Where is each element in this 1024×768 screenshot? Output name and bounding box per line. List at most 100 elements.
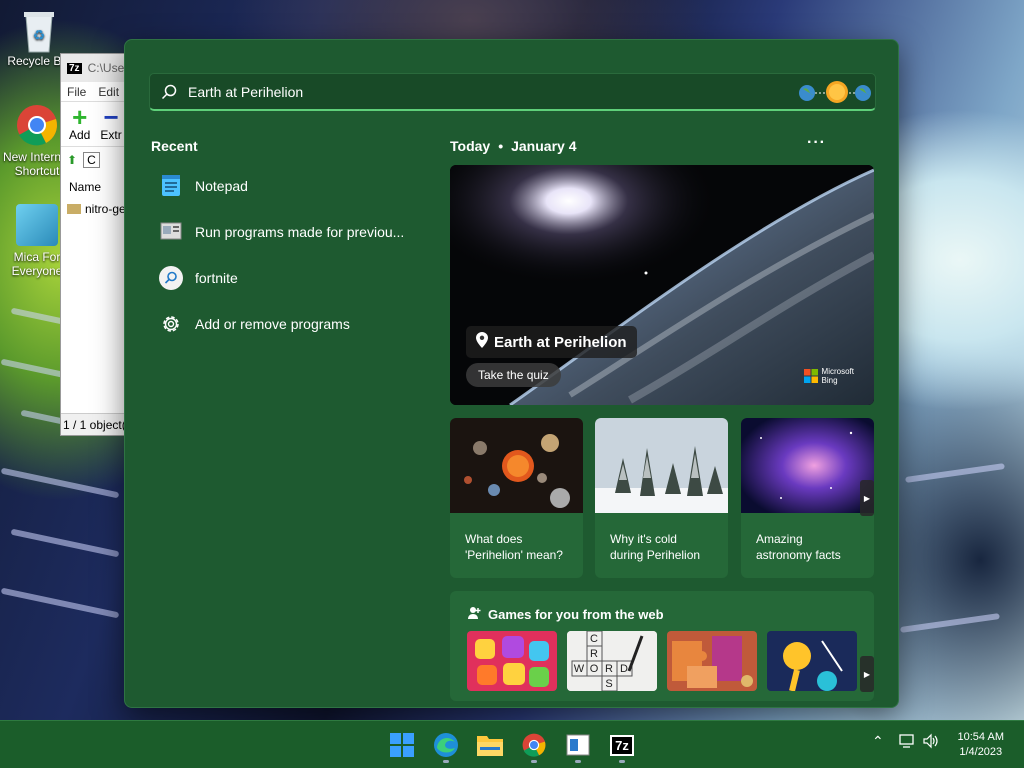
taskbar-file-explorer[interactable]	[474, 729, 506, 761]
extract-button[interactable]: − Extr	[100, 102, 122, 142]
add-label: Add	[69, 128, 91, 142]
running-indicator	[619, 760, 625, 763]
hero-card[interactable]: Earth at Perihelion Take the quiz Micros…	[450, 165, 874, 405]
taskbar-edge[interactable]	[430, 729, 462, 763]
brand-line-1: Microsoft	[821, 367, 854, 376]
file-name: nitro-ge	[85, 202, 126, 216]
folder-icon	[67, 204, 81, 214]
svg-text:♻: ♻	[33, 27, 46, 43]
start-icon	[390, 733, 414, 757]
search-highlight-icon[interactable]	[797, 77, 873, 107]
recent-item-fortnite[interactable]: fortnite	[159, 265, 409, 291]
network-icon[interactable]	[897, 733, 915, 752]
up-folder-icon[interactable]: ⬆	[67, 153, 77, 167]
cards-next-button[interactable]: ▶	[860, 480, 874, 516]
today-label: Today	[450, 138, 491, 154]
mica-icon	[16, 204, 58, 246]
start-button[interactable]	[386, 729, 418, 761]
clock[interactable]: 10:54 AM 1/4/2023	[958, 730, 1004, 760]
location-pin-icon	[476, 332, 488, 352]
recent-heading: Recent	[151, 138, 198, 154]
games-icon	[468, 606, 482, 623]
minus-icon: −	[103, 102, 119, 132]
clock-time: 10:54 AM	[957, 731, 1004, 743]
take-quiz-button[interactable]: Take the quiz	[466, 363, 561, 387]
search-input[interactable]	[188, 83, 797, 100]
crossword-letter: C	[590, 633, 598, 645]
taskbar: 7z ⌃ 10:54 AM 1/4/2023	[0, 720, 1024, 768]
search-panel: Recent Notepad Run programs made for pre…	[124, 39, 899, 708]
hero-title: Earth at Perihelion	[494, 333, 627, 351]
card-perihelion-meaning[interactable]: What does 'Perihelion' mean?	[450, 418, 583, 578]
volume-icon[interactable]	[922, 733, 940, 752]
taskbar-7zip[interactable]: 7z	[606, 729, 638, 763]
menu-edit[interactable]: Edit	[98, 85, 119, 99]
card-caption: Why it's cold during Perihelion	[610, 532, 701, 562]
crossword-letter: O	[590, 663, 599, 675]
chevron-right-icon: ▶	[863, 493, 871, 503]
today-heading: Today • January 4	[450, 138, 576, 154]
game-tile-crossword[interactable]: CRWORDS	[567, 631, 657, 691]
recent-item-compatibility[interactable]: Run programs made for previou...	[159, 219, 409, 245]
file-explorer-icon	[477, 736, 503, 756]
games-next-button[interactable]: ▶	[860, 656, 874, 692]
chrome-icon	[16, 104, 58, 146]
extract-label: Extr	[100, 128, 122, 142]
recent-item-notepad[interactable]: Notepad	[159, 173, 409, 199]
crossword-letter: D	[620, 663, 628, 675]
more-options-button[interactable]: ···	[807, 134, 826, 152]
sevenzip-icon: 7z	[610, 734, 634, 756]
recent-item-label: Add or remove programs	[195, 316, 350, 332]
search-box[interactable]	[149, 73, 876, 111]
nebula-image	[741, 418, 874, 513]
recent-item-add-remove-programs[interactable]: Add or remove programs	[159, 311, 409, 337]
microsoft-logo-icon	[803, 369, 818, 383]
crossword-letter: S	[605, 678, 612, 690]
games-section: Games for you from the web CRWORDS ▶	[450, 591, 874, 701]
microsoft-bing-logo: Microsoft Bing	[803, 367, 854, 385]
taskbar-chrome[interactable]	[518, 729, 550, 763]
winter-forest-image	[595, 418, 728, 513]
add-button[interactable]: + Add	[69, 102, 91, 142]
notepad-icon	[159, 174, 183, 198]
games-title: Games for you from the web	[488, 607, 664, 622]
hero-title-pill[interactable]: Earth at Perihelion	[466, 326, 637, 358]
recent-item-label: fortnite	[195, 270, 238, 286]
game-tile-puzzle[interactable]	[667, 631, 757, 691]
crossword-letter: W	[574, 663, 585, 675]
brand-line-2: Bing	[821, 376, 838, 385]
recent-item-label: Run programs made for previou...	[195, 224, 405, 240]
clock-date: 1/4/2023	[959, 746, 1003, 758]
card-astronomy-facts[interactable]: Amazing astronomy facts	[741, 418, 874, 578]
plus-icon: +	[72, 102, 88, 132]
card-caption: Amazing astronomy facts	[756, 532, 841, 562]
recycle-bin-icon: ♻	[18, 8, 60, 53]
compat-icon	[159, 220, 183, 244]
chevron-right-icon: ▶	[863, 669, 871, 679]
taskbar-app[interactable]	[562, 729, 594, 763]
app-icon	[566, 734, 590, 756]
chevron-up-icon[interactable]: ⌃	[872, 733, 884, 750]
bullet: •	[498, 138, 504, 154]
search-icon	[159, 266, 183, 290]
games-heading: Games for you from the web	[468, 606, 664, 623]
game-tile-1[interactable]	[467, 631, 557, 691]
game-tile-4[interactable]	[767, 631, 857, 691]
card-why-cold[interactable]: Why it's cold during Perihelion	[595, 418, 728, 578]
window-title: C:\Use	[87, 61, 125, 75]
menu-file[interactable]: File	[67, 85, 86, 99]
search-icon	[150, 84, 188, 100]
planets-image	[450, 418, 583, 513]
gear-icon	[159, 312, 183, 336]
crossword-letter: R	[590, 648, 598, 660]
edge-icon	[434, 733, 458, 757]
running-indicator	[443, 760, 449, 763]
running-indicator	[531, 760, 537, 763]
chrome-icon	[522, 733, 546, 757]
recent-item-label: Notepad	[195, 178, 248, 194]
card-caption: What does 'Perihelion' mean?	[465, 532, 563, 562]
running-indicator	[575, 760, 581, 763]
today-date: January 4	[511, 138, 577, 154]
desktop-icon-label: Mica For Everyone	[11, 250, 63, 278]
address-value: C	[83, 151, 100, 168]
